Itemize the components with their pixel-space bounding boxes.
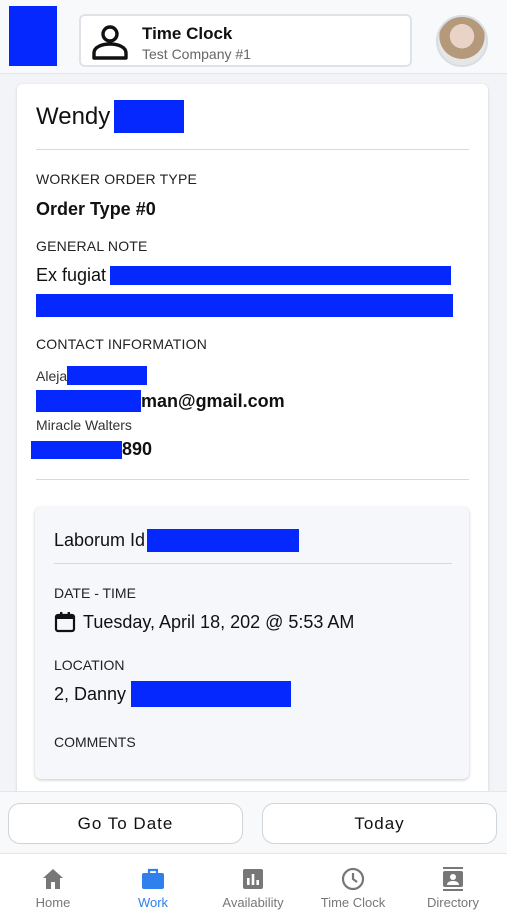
contact-phone[interactable]: 890 [31, 439, 152, 460]
divider [54, 563, 452, 564]
worker-name: Wendy [36, 100, 185, 133]
redacted-email [36, 390, 141, 412]
contact-phone-text: 890 [122, 439, 153, 459]
worker-first-name: Wendy [36, 102, 111, 130]
redacted-note [110, 266, 452, 285]
contact-email[interactable]: man@gmail.com [36, 390, 285, 412]
contact-name-1-text: Aleja [36, 367, 68, 384]
contact-email-text: man@gmail.com [141, 390, 285, 411]
date-time-value: Tuesday, April 18, 202 @ 5:53 AM [54, 611, 354, 633]
nav-item-availability[interactable]: Availability [203, 866, 303, 910]
company-switcher[interactable]: Time Clock Test Company #1 [79, 14, 412, 67]
bottom-navigation: Home Work Availability Time Clock Direct… [0, 853, 507, 920]
time-text: @ 5:53 AM [265, 611, 355, 632]
redacted-location [131, 681, 292, 707]
contact-info-label: CONTACT INFORMATION [36, 336, 208, 352]
clock-icon [341, 867, 365, 891]
bar-chart-icon [243, 869, 263, 889]
nav-item-home[interactable]: Home [3, 866, 103, 910]
redacted-phone [31, 440, 122, 459]
briefcase-icon [142, 868, 164, 889]
nav-label: Home [35, 895, 71, 910]
general-note-value: Ex fugiat [36, 265, 452, 286]
nav-item-time-clock[interactable]: Time Clock [303, 866, 403, 910]
general-note-label: GENERAL NOTE [36, 238, 148, 254]
redacted-job-title [147, 529, 300, 552]
divider [36, 479, 469, 480]
nav-label: Directory [426, 895, 479, 910]
job-title: Laborum Id [54, 529, 300, 552]
date-time-label: DATE - TIME [54, 585, 136, 601]
date-action-bar: Go To Date Today [0, 791, 507, 853]
redacted-contact-name [67, 366, 148, 385]
location-label: LOCATION [54, 657, 125, 673]
comments-label: COMMENTS [54, 734, 136, 750]
person-icon [92, 25, 128, 60]
company-logo [9, 6, 57, 66]
order-type-label: WORKER ORDER TYPE [36, 171, 198, 187]
general-note-text: Ex fugiat [36, 265, 107, 285]
nav-item-work[interactable]: Work [103, 866, 203, 910]
date-text: Tuesday, April 18, 202 [83, 611, 261, 632]
calendar-icon [54, 612, 76, 633]
app-title: Time Clock [142, 24, 233, 43]
redacted-note-line-2 [36, 294, 453, 317]
app-header: Time Clock Test Company #1 [0, 0, 507, 74]
redacted-last-name [114, 100, 185, 133]
company-name: Test Company #1 [142, 46, 251, 62]
contact-name-2: Miracle Walters [36, 417, 132, 433]
worker-detail-card: Wendy WORKER ORDER TYPE Order Type #0 GE… [17, 84, 488, 804]
nav-item-directory[interactable]: Directory [403, 866, 503, 910]
user-avatar[interactable] [436, 15, 488, 67]
job-card[interactable]: Laborum Id DATE - TIME Tuesday, April 18… [35, 507, 469, 779]
contact-book-icon [443, 867, 463, 891]
today-button[interactable]: Today [262, 803, 497, 844]
contact-name-1: Aleja [36, 366, 148, 385]
nav-label: Time Clock [320, 895, 386, 910]
job-title-text: Laborum Id [54, 530, 146, 550]
go-to-date-button[interactable]: Go To Date [8, 803, 243, 844]
location-text: 2, Danny [54, 683, 127, 704]
location-value: 2, Danny [54, 681, 292, 707]
order-type-value: Order Type #0 [36, 199, 156, 219]
home-icon [43, 869, 63, 889]
nav-label: Work [137, 895, 169, 910]
divider [36, 149, 469, 150]
nav-label: Availability [222, 895, 284, 910]
